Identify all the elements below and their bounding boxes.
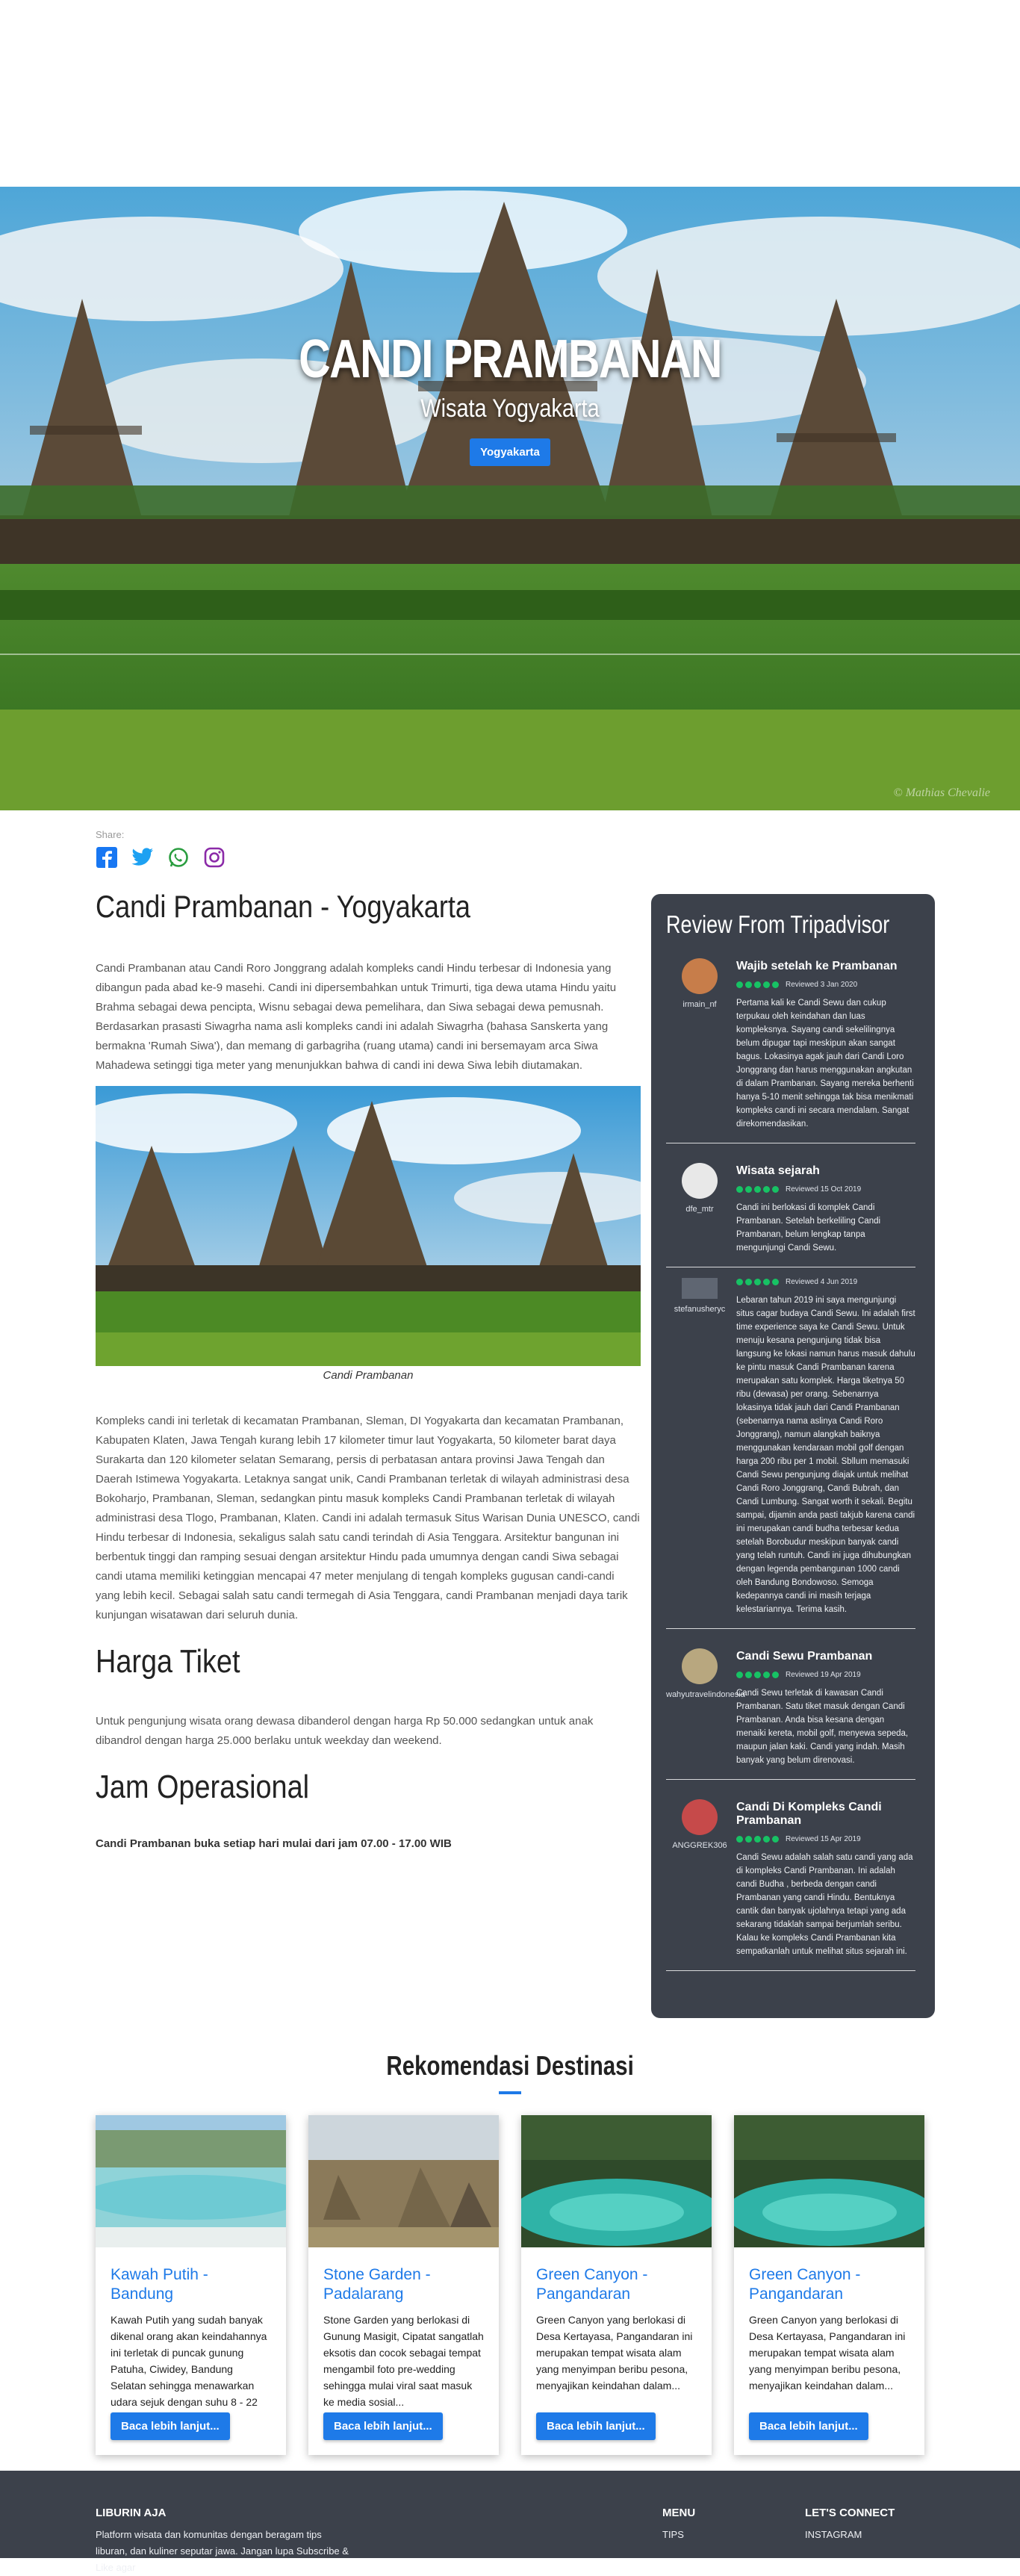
article-paragraph-location: Kompleks candi ini terletak di kecamatan… [96,1415,640,1621]
footer-menu-heading: MENU [662,2507,696,2519]
rating-stars: Reviewed 15 Apr 2019 [736,1835,915,1843]
review-text: Candi ini berlokasi di komplek Candi Pra… [736,1203,881,1253]
review-username: dfe_mtr [685,1205,714,1214]
location-tag-button[interactable]: Yogyakarta [470,438,550,466]
read-more-button[interactable]: Baca lebih lanjut... [536,2412,656,2440]
hero-divider-line [0,654,1020,655]
review-text: Candi Sewu adalah salah satu candi yang … [736,1853,913,1956]
whatsapp-icon[interactable] [167,846,190,869]
review-item: stefanusheryc Reviewed 4 Jun 2019 Lebara… [666,1267,915,1629]
footer-link-instagram[interactable]: INSTAGRAM [805,2527,895,2543]
card-image-green-canyon [521,2115,712,2247]
card-description: Green Canyon yang berlokasi di Desa Kert… [536,2314,693,2392]
card-title[interactable]: Green Canyon - Pangandaran [734,2265,924,2304]
footer-link-tips[interactable]: TIPS [662,2527,695,2543]
instagram-icon[interactable] [203,846,226,869]
title-underline [499,2091,521,2094]
rating-stars: Reviewed 19 Apr 2019 [736,1671,915,1679]
card-title[interactable]: Kawah Putih - Bandung [96,2265,286,2304]
review-date: Reviewed 3 Jan 2020 [786,981,858,989]
hours-text: Candi Prambanan buka setiap hari mulai d… [96,1837,452,1850]
destination-card[interactable]: Kawah Putih - Bandung Kawah Putih yang s… [96,2115,286,2455]
avatar [682,958,718,994]
review-heading: Wajib setelah ke Prambanan [736,960,898,972]
share-label: Share: [96,829,125,840]
article: Candi Prambanan - Yogyakarta Candi Pramb… [96,889,641,1850]
avatar [682,1278,718,1299]
hero-title: CANDI PRAMBANAN [299,329,722,389]
hero-subtitle: Wisata Yogyakarta [420,394,600,423]
review-text: Candi Sewu terletak di kawasan Candi Pra… [736,1689,909,1765]
read-more-button[interactable]: Baca lebih lanjut... [749,2412,868,2440]
ticket-text: Untuk pengunjung wisata orang dewasa dib… [96,1715,594,1747]
hero-banner: CANDI PRAMBANAN Wisata Yogyakarta Yogyak… [0,187,1020,810]
review-item: ANGGREK306 Candi Di Kompleks Candi Pramb… [666,1780,915,1971]
facebook-icon[interactable] [96,846,118,869]
card-image-green-canyon [734,2115,924,2247]
review-text: Lebaran tahun 2019 ini saya mengunjungi … [736,1296,915,1614]
article-paragraph-intro: Candi Prambanan atau Candi Roro Jonggran… [96,962,617,1072]
review-username: ANGGREK306 [672,1841,727,1850]
hours-heading: Jam Operasional [96,1769,310,1805]
review-item: wahyutravelindonesia Candi Sewu Prambana… [666,1629,915,1780]
share-bar: Share: [96,829,226,869]
tripadvisor-review-panel: Review From Tripadvisor irmain_nf Wajib … [651,894,935,2018]
destination-card[interactable]: Green Canyon - Pangandaran Green Canyon … [521,2115,712,2455]
review-heading: Candi Sewu Prambanan [736,1650,873,1663]
article-figure-image [96,1086,641,1366]
hero-image-prambanan [0,187,1020,810]
avatar [682,1799,718,1835]
destination-card[interactable]: Stone Garden - Padalarang Stone Garden y… [308,2115,499,2455]
card-description: Kawah Putih yang sudah banyak dikenal or… [111,2314,267,2408]
recommendation-cards: Kawah Putih - Bandung Kawah Putih yang s… [96,2115,924,2455]
destination-card[interactable]: Green Canyon - Pangandaran Green Canyon … [734,2115,924,2455]
review-panel-title: Review From Tripadvisor [666,910,890,938]
card-description: Green Canyon yang berlokasi di Desa Kert… [749,2314,906,2392]
avatar [682,1648,718,1684]
review-item: dfe_mtr Wisata sejarah Reviewed 15 Oct 2… [666,1143,915,1267]
footer-brand: LIBURIN AJA [96,2507,167,2519]
rating-stars: Reviewed 4 Jun 2019 [736,1278,915,1286]
review-date: Reviewed 19 Apr 2019 [786,1671,861,1679]
card-title[interactable]: Green Canyon - Pangandaran [521,2265,712,2304]
read-more-button[interactable]: Baca lebih lanjut... [111,2412,230,2440]
review-item: irmain_nf Wajib setelah ke Prambanan Rev… [666,939,915,1143]
hero-watermark: © Mathias Chevalie [893,786,990,799]
card-title[interactable]: Stone Garden - Padalarang [308,2265,499,2304]
review-username: stefanusheryc [674,1305,726,1314]
review-username: irmain_nf [682,1000,717,1009]
review-text: Pertama kali ke Candi Sewu dan cukup ter… [736,999,914,1129]
avatar [682,1163,718,1199]
review-date: Reviewed 4 Jun 2019 [786,1278,858,1286]
card-image-stone-garden [308,2115,499,2247]
top-header-area [0,0,1020,187]
rating-stars: Reviewed 15 Oct 2019 [736,1185,915,1194]
review-date: Reviewed 15 Oct 2019 [786,1185,862,1194]
review-username: wahyutravelindonesia [666,1690,745,1699]
card-image-kawah-putih [96,2115,286,2247]
footer-about: Platform wisata dan komunitas dengan ber… [96,2529,349,2573]
recommendations-title: Rekomendasi Destinasi [386,2050,634,2081]
twitter-icon[interactable] [131,846,154,869]
rating-stars: Reviewed 3 Jan 2020 [736,981,915,989]
review-date: Reviewed 15 Apr 2019 [786,1835,861,1843]
read-more-button[interactable]: Baca lebih lanjut... [323,2412,443,2440]
footer: LIBURIN AJA Platform wisata dan komunita… [0,2471,1020,2573]
footer-connect-heading: LET'S CONNECT [805,2507,895,2519]
ticket-heading: Harga Tiket [96,1643,240,1680]
review-heading: Wisata sejarah [736,1164,820,1177]
review-heading: Candi Di Kompleks Candi Prambanan [736,1801,882,1827]
figure-caption: Candi Prambanan [323,1369,414,1382]
card-description: Stone Garden yang berlokasi di Gunung Ma… [323,2314,484,2408]
article-title: Candi Prambanan - Yogyakarta [96,889,470,924]
